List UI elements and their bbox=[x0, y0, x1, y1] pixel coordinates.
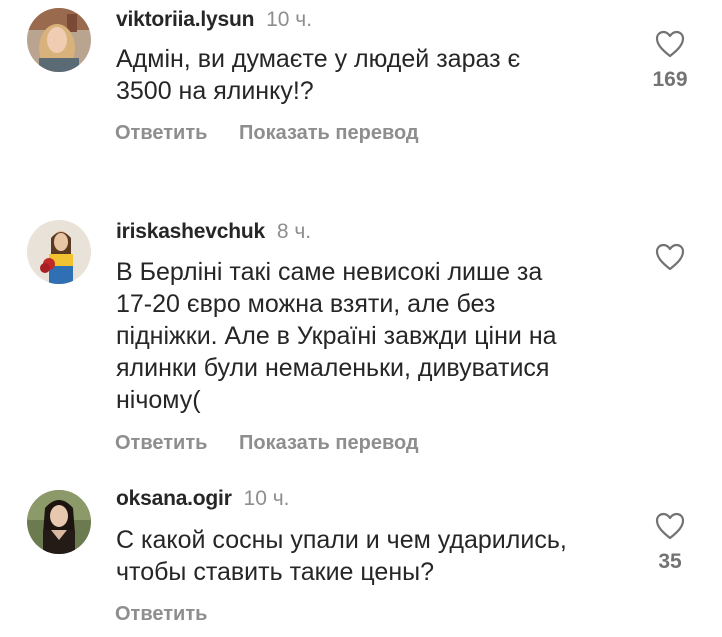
reply-button[interactable]: Ответить bbox=[115, 603, 207, 625]
like-count: 169 bbox=[652, 68, 688, 91]
username[interactable]: iriskashevchuk bbox=[116, 220, 265, 243]
comment-text: Адмін, ви думаєте у людей зараз є 3500 н… bbox=[116, 43, 636, 107]
like-control: 35 bbox=[650, 512, 690, 574]
like-control: 169 bbox=[650, 30, 690, 92]
comment-line: 3500 на ялинку!? bbox=[116, 77, 314, 105]
comment-line: ялинки були немаленьки, дивуватися bbox=[116, 354, 550, 382]
comment-text: В Берліні такі саме невисокі лише за 17-… bbox=[116, 256, 636, 416]
comment-header: viktoriia.lysun 10 ч. bbox=[116, 8, 312, 32]
avatar[interactable] bbox=[27, 490, 91, 554]
comment-line: нічому( bbox=[116, 386, 201, 414]
comment-line: В Берліні такі саме невисокі лише за bbox=[116, 258, 543, 286]
comment-line: 17-20 євро можна взяти, але без bbox=[116, 290, 496, 318]
heart-outline-icon[interactable] bbox=[655, 243, 685, 271]
heart-outline-icon[interactable] bbox=[655, 512, 685, 540]
comment-item: iriskashevchuk 8 ч. В Берліні такі саме … bbox=[0, 210, 722, 470]
timestamp: 10 ч. bbox=[266, 8, 313, 31]
translate-button[interactable]: Показать перевод bbox=[239, 432, 419, 454]
reply-button[interactable]: Ответить bbox=[115, 432, 207, 454]
comment-text: С какой сосны упали и чем ударились, что… bbox=[116, 524, 636, 588]
comment-line: чтобы ставить такие цены? bbox=[116, 558, 435, 586]
translate-button[interactable]: Показать перевод bbox=[239, 122, 419, 144]
avatar[interactable] bbox=[27, 220, 91, 284]
comment-line: Адмін, ви думаєте у людей зараз є bbox=[116, 45, 521, 73]
comment-item: oksana.ogir 10 ч. С какой сосны упали и … bbox=[0, 480, 722, 637]
comment-actions: Ответить Показать перевод bbox=[115, 121, 419, 145]
avatar[interactable] bbox=[27, 8, 91, 72]
comment-header: oksana.ogir 10 ч. bbox=[116, 487, 289, 511]
like-control bbox=[650, 243, 690, 271]
like-count: 35 bbox=[658, 550, 682, 573]
comment-item: viktoriia.lysun 10 ч. Адмін, ви думаєте … bbox=[0, 0, 722, 170]
comment-header: iriskashevchuk 8 ч. bbox=[116, 220, 311, 244]
username[interactable]: viktoriia.lysun bbox=[116, 8, 254, 31]
comment-line: С какой сосны упали и чем ударились, bbox=[116, 526, 567, 554]
heart-outline-icon[interactable] bbox=[655, 30, 685, 58]
comment-actions: Ответить bbox=[115, 602, 207, 626]
timestamp: 10 ч. bbox=[243, 487, 290, 510]
reply-button[interactable]: Ответить bbox=[115, 122, 207, 144]
comment-actions: Ответить Показать перевод bbox=[115, 431, 419, 455]
username[interactable]: oksana.ogir bbox=[116, 487, 232, 510]
timestamp: 8 ч. bbox=[276, 220, 312, 243]
comment-line: підніжки. Але в Україні завжди ціни на bbox=[116, 322, 557, 350]
